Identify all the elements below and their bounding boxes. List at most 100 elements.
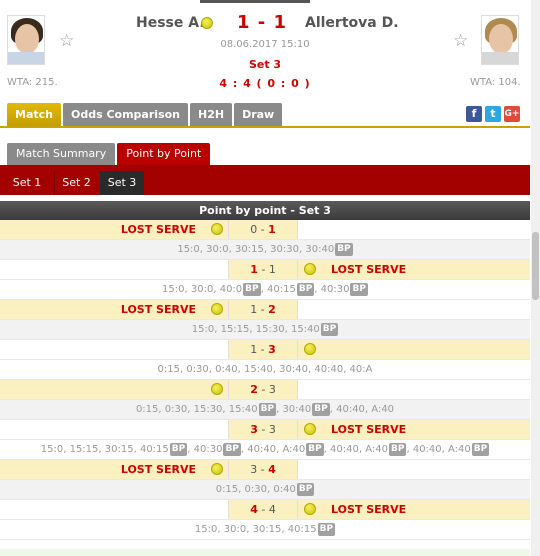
tab-h2h[interactable]: H2H xyxy=(189,103,233,126)
point-score: 30:15 xyxy=(104,444,134,455)
tab-match[interactable]: Match xyxy=(7,103,61,126)
point-score: 0:30 xyxy=(186,364,209,375)
point-score: 40:15 xyxy=(287,524,317,535)
point-score: 30:0 xyxy=(223,524,247,535)
point-score: 30:0 xyxy=(190,284,214,295)
point-score: 15:0 xyxy=(162,284,185,295)
twitter-icon[interactable]: t xyxy=(485,106,501,122)
point-score: 40:30 xyxy=(193,444,223,455)
tennis-ball-icon xyxy=(304,503,316,515)
point-score: 15:40 xyxy=(290,324,320,335)
set-3-button[interactable]: Set 3 xyxy=(100,171,144,195)
point-score: 30:15 xyxy=(234,244,264,255)
game-score-away: 3 xyxy=(268,343,276,356)
game-score-away: 4 xyxy=(268,503,276,516)
game-score: 3 - 4 xyxy=(228,460,298,479)
game-score-separator: - xyxy=(257,463,269,476)
game-score: 1 - 2 xyxy=(228,300,298,319)
point-score: 15:30 xyxy=(255,324,285,335)
game-score-separator: - xyxy=(257,503,269,516)
points-row: 15:0, 30:0, 40:0 BP, 40:15 BP, 40:30 BP xyxy=(0,280,530,300)
point-score: 15:30 xyxy=(193,404,223,415)
points-row: 15:0, 30:0, 30:15, 40:15 BP xyxy=(0,520,530,540)
break-point-badge: BP xyxy=(335,243,353,256)
point-score: 15:40 xyxy=(243,364,273,375)
point-score: 0:15 xyxy=(157,364,180,375)
point-score: 40:15 xyxy=(267,284,296,295)
point-score: A:40 xyxy=(282,444,306,455)
scrollbar-thumb[interactable] xyxy=(532,232,539,300)
googleplus-icon[interactable]: G+ xyxy=(504,106,520,122)
game-score-away: 3 xyxy=(268,383,276,396)
game-score: 1 - 1 xyxy=(228,260,298,279)
tennis-ball-icon xyxy=(211,303,223,315)
table-title: Point by point - Set 3 xyxy=(0,201,530,220)
break-point-badge: BP xyxy=(296,483,315,496)
break-point-badge: BP xyxy=(471,443,490,456)
point-score: A:40 xyxy=(371,404,395,415)
tennis-ball-icon xyxy=(211,223,223,235)
subtab-point-by-point[interactable]: Point by Point xyxy=(117,143,211,165)
tab-odds-comparison[interactable]: Odds Comparison xyxy=(62,103,188,126)
game-score-away: 4 xyxy=(268,463,276,476)
lost-serve-label: LOST SERVE xyxy=(120,463,196,476)
point-score: 40:40 xyxy=(314,364,344,375)
game-score-separator: - xyxy=(257,383,269,396)
lost-serve-label: LOST SERVE xyxy=(120,303,196,316)
lost-serve-label: LOST SERVE xyxy=(331,263,407,276)
points-row: 15:0, 30:0, 30:15, 30:30, 30:40 BP xyxy=(0,240,530,260)
tennis-ball-icon xyxy=(211,463,223,475)
game-score: 1 - 3 xyxy=(228,340,298,359)
point-score: 30:40 xyxy=(282,404,312,415)
lost-serve-label: LOST SERVE xyxy=(120,223,196,236)
point-score: 40:30 xyxy=(320,284,350,295)
main-tabs: Match Odds Comparison H2H Draw xyxy=(7,103,283,126)
point-score: 0:40 xyxy=(273,484,296,495)
break-point-badge: BP xyxy=(312,403,330,416)
tab-draw[interactable]: Draw xyxy=(234,103,283,126)
match-header: ☆ Hesse A. 1 - 1 Allertova D. ☆ 08.06.20… xyxy=(0,6,530,98)
break-point-badge: BP xyxy=(223,443,241,456)
game-score: 4 - 4 xyxy=(228,500,298,519)
tennis-ball-icon xyxy=(304,343,316,355)
point-score: 0:15 xyxy=(135,404,159,415)
point-score: 0:30 xyxy=(164,404,188,415)
game-score: 2 - 3 xyxy=(228,380,298,399)
subtab-match-summary[interactable]: Match Summary xyxy=(7,143,116,165)
point-score: 40:40 xyxy=(412,444,442,455)
point-score: A:40 xyxy=(448,444,471,455)
facebook-icon[interactable]: f xyxy=(466,106,482,122)
point-score: 15:0 xyxy=(177,244,200,255)
break-point-badge: BP xyxy=(320,323,339,336)
lost-serve-label: LOST SERVE xyxy=(331,423,407,436)
game-score-separator: - xyxy=(257,303,269,316)
set-selector: Set 1 Set 2 Set 3 xyxy=(0,165,530,195)
game-row: LOST SERVE 4 - 4 xyxy=(0,500,530,520)
game-score-separator: - xyxy=(257,223,269,236)
point-score: 30:40 xyxy=(279,364,308,375)
points-row: 15:0, 15:15, 30:15, 40:15 BP, 40:30 BP, 40… xyxy=(0,440,530,460)
game-score-away: 2 xyxy=(268,303,276,316)
point-score: 0:15 xyxy=(215,484,239,495)
tennis-ball-icon xyxy=(201,17,213,29)
point-score: 15:0 xyxy=(40,444,64,455)
set-2-button[interactable]: Set 2 xyxy=(54,171,98,195)
away-player-name[interactable]: Allertova D. xyxy=(305,15,399,31)
point-score: 40:A xyxy=(349,364,373,375)
point-score: 40:0 xyxy=(219,284,243,295)
point-score: 0:40 xyxy=(215,364,238,375)
game-score-home: 3 xyxy=(250,423,258,436)
points-row: 15:0, 15:15, 15:30, 15:40 BP xyxy=(0,320,530,340)
break-point-badge: BP xyxy=(306,443,324,456)
point-score: 30:30 xyxy=(270,244,299,255)
point-score: 15:0 xyxy=(194,524,218,535)
break-point-badge: BP xyxy=(389,443,407,456)
home-player-name[interactable]: Hesse A. xyxy=(136,15,205,31)
point-score: 30:15 xyxy=(252,524,282,535)
point-score: 15:15 xyxy=(69,444,99,455)
set-1-button[interactable]: Set 1 xyxy=(8,171,46,195)
point-score: 15:40 xyxy=(228,404,258,415)
break-point-badge: BP xyxy=(258,403,277,416)
point-by-point-table: LOST SERVE 0 - 1 15:0, 30:0, 30:15, 30:30,… xyxy=(0,220,530,540)
point-score: 40:40 xyxy=(336,404,365,415)
